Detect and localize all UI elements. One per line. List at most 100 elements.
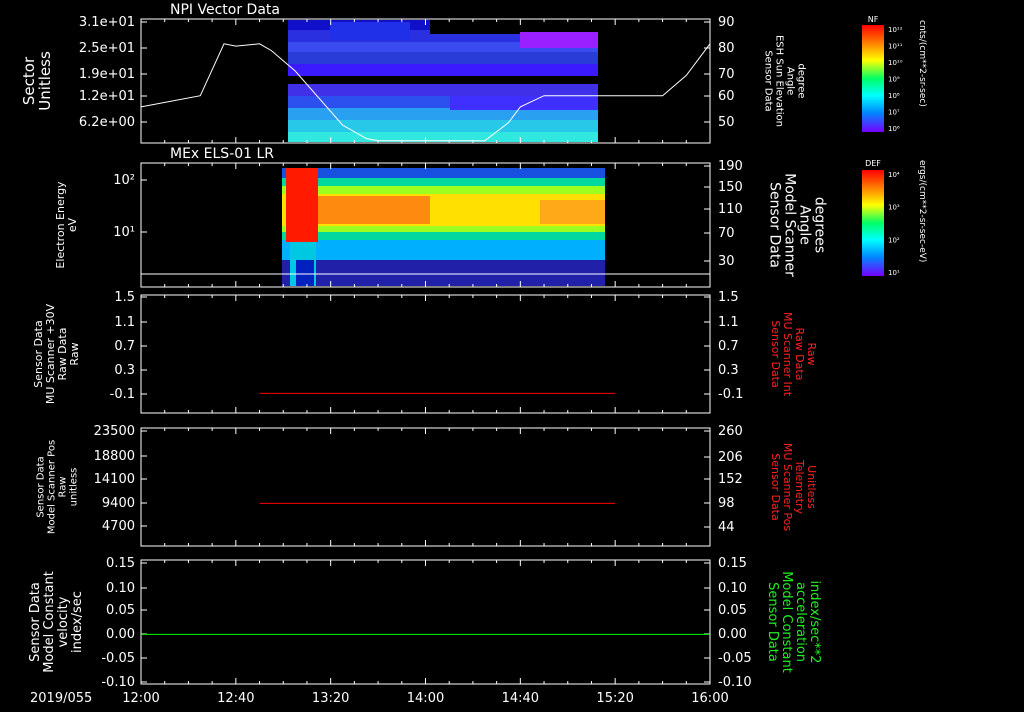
- y-tick-label-left: 6.2e+00: [79, 115, 135, 130]
- npi-spectrogram: [288, 20, 598, 142]
- y-axis-label-right: MU Scanner Int: [781, 312, 794, 397]
- y-tick-label-right: 0.10: [718, 581, 747, 596]
- colorbar-def-gradient: [862, 170, 884, 276]
- y-tick-label-right: 206: [718, 450, 743, 465]
- y-axis-label-left: Raw: [58, 476, 69, 497]
- colorbar-nf-unit: cnts/(cm**2-sr-sec): [917, 20, 927, 107]
- y-tick-label-right: 150: [718, 180, 743, 195]
- y-axis-label-left: Model Constant: [42, 571, 57, 673]
- y-axis-label-left: velocity: [56, 596, 71, 647]
- y-tick-label-left: 0.7: [114, 339, 135, 354]
- y-axis-label-left: unitless: [69, 468, 80, 507]
- panel-mu30v-frame: [140, 294, 711, 414]
- y-axis-label-right: Raw Data: [793, 328, 806, 381]
- y-axis-label-right: Raw: [805, 342, 818, 365]
- panel-els-title: MEx ELS-01 LR: [170, 146, 274, 162]
- colorbar-tick-label: 10⁸: [888, 92, 900, 100]
- y-tick-label-right: 0.3: [718, 363, 739, 378]
- x-tick-label: 14:40: [502, 691, 539, 706]
- y-tick-label-left: 14100: [94, 472, 135, 487]
- colorbar-tick-label: 10⁹: [888, 76, 900, 84]
- y-tick-label-left: 10¹: [113, 225, 135, 240]
- y-axis-label-right: Sensor Data: [763, 50, 774, 111]
- y-axis-label-right: ESH Sun Elevation: [774, 35, 785, 127]
- panel-npi: NPI Vector Data 3.1e+01 2.5e+01 1.9e+01 1.2…: [79, 2, 735, 144]
- y-tick-label-left: -0.05: [101, 651, 135, 666]
- colorbar-nf-label: NF: [868, 15, 879, 24]
- y-axis-label-right: Telemetry: [793, 459, 806, 515]
- y-axis-label-right: Angle: [785, 67, 796, 95]
- y-tick-label-right: 0.00: [718, 627, 747, 642]
- y-axis-label-left: Raw: [68, 342, 81, 365]
- y-tick-label-right: 50: [718, 115, 735, 130]
- y-tick-label-left: 2.5e+01: [79, 41, 135, 56]
- panel-els: MEx ELS-01 LR 10² 10¹ 190 150 110 70 30: [113, 146, 743, 288]
- y-tick-label-left: 9400: [102, 496, 135, 511]
- y-axis-label-left: Sensor Data: [28, 582, 43, 662]
- y-tick-label-left: 0.10: [106, 581, 135, 596]
- panel-scanpos-ticks: 23500 18800 14100 9400 4700 260 206 152 98 44: [94, 424, 743, 546]
- y-tick-label-right: -0.05: [718, 651, 752, 666]
- y-tick-label-left: 0.3: [114, 363, 135, 378]
- y-tick-label-left: 1.2e+01: [79, 89, 135, 104]
- y-tick-label-left: 1.5: [114, 290, 135, 305]
- y-axis-label-right: degrees: [812, 197, 828, 253]
- y-tick-label-left: -0.1: [110, 387, 135, 402]
- panel-npi-title: NPI Vector Data: [170, 2, 280, 18]
- y-tick-label-right: 1.5: [718, 290, 739, 305]
- colorbar-tick-label: 10¹⁰: [888, 59, 903, 67]
- colorbar-nf: NF 10¹² 10¹¹ 10¹⁰ 10⁹ 10⁸ 10⁷ 10⁶ cnts/(cm**2-…: [862, 15, 927, 133]
- x-tick-label: 12:00: [122, 691, 159, 706]
- colorbar-tick-label: 10⁷: [888, 109, 900, 117]
- colorbar-tick-label: 10¹²: [888, 26, 903, 34]
- y-tick-label-left: 0.15: [106, 556, 135, 571]
- y-axis-label-left: Model Scanner Pos: [47, 440, 58, 534]
- panel-mu30v-ticks: 1.5 1.1 0.7 0.3 -0.1 1.5 1.1 0.7 0.3 -0.1: [110, 290, 743, 413]
- y-tick-label-right: 98: [718, 496, 735, 511]
- y-tick-label-left: 10²: [113, 173, 135, 188]
- colorbar-tick-label: 10⁶: [888, 125, 900, 133]
- y-tick-label-right: 90: [718, 15, 735, 30]
- colorbar-nf-ticks: 10¹² 10¹¹ 10¹⁰ 10⁹ 10⁸ 10⁷ 10⁶: [888, 26, 903, 133]
- y-axis-label-left: index/sec: [70, 591, 85, 653]
- y-tick-label-left: 0.05: [106, 603, 135, 618]
- y-axis-label-left: Unitless: [36, 51, 54, 111]
- y-tick-label-left: 0.00: [106, 627, 135, 642]
- x-tick-label: 15:20: [596, 691, 633, 706]
- colorbar-tick-label: 10³: [888, 204, 900, 212]
- y-axis-label-right: Model Scanner: [782, 173, 798, 277]
- y-tick-label-right: 44: [718, 520, 735, 535]
- y-tick-label-right: 152: [718, 472, 743, 487]
- y-tick-label-right: 80: [718, 41, 735, 56]
- y-tick-label-left: -0.10: [101, 675, 135, 690]
- x-tick-label: 16:00: [691, 691, 728, 706]
- y-axis-label-left: Sensor Data: [36, 456, 47, 517]
- y-tick-label-right: -0.1: [718, 387, 743, 402]
- y-tick-label-right: 1.1: [718, 315, 739, 330]
- y-axis-label-right: index/sec**2: [807, 580, 822, 663]
- x-axis-date-label: 2019/055: [30, 691, 92, 706]
- els-spectrogram: [282, 168, 605, 286]
- y-tick-label-right: 60: [718, 89, 735, 104]
- panel-constant-frame: [140, 559, 711, 685]
- panel-constant-ticks: 0.15 0.10 0.05 0.00 -0.05 -0.10 0.15 0.10 0.05 0.…: [101, 556, 751, 690]
- panel-scanpos-frame: [140, 427, 711, 547]
- y-axis-label-right: Sensor Data: [769, 320, 782, 387]
- y-tick-label-right: 110: [718, 202, 743, 217]
- y-axis-label-right: MU Scanner Pos: [781, 443, 794, 532]
- colorbar-nf-gradient: [862, 25, 884, 132]
- x-tick-label: 13:20: [312, 691, 349, 706]
- y-tick-label-left: 1.9e+01: [79, 67, 135, 82]
- y-tick-label-left: 23500: [94, 424, 135, 439]
- y-tick-label-right: 0.05: [718, 603, 747, 618]
- y-tick-label-left: 4700: [102, 519, 135, 534]
- colorbar-def-ticks: 10⁴ 10³ 10² 10¹: [888, 171, 900, 277]
- y-axis-label-right: degree: [796, 63, 807, 98]
- y-tick-label-right: 70: [718, 226, 735, 241]
- x-axis-ticks: 12:00 12:40 13:20 14:00 14:40 15:20 16:00: [122, 691, 728, 706]
- y-axis-label-left: eV: [66, 217, 79, 232]
- x-tick-label: 14:00: [407, 691, 444, 706]
- y-axis-label-right: Sensor Data: [767, 182, 783, 268]
- y-axis-label-right: acceleration: [793, 582, 808, 662]
- y-tick-label-right: 190: [718, 159, 743, 174]
